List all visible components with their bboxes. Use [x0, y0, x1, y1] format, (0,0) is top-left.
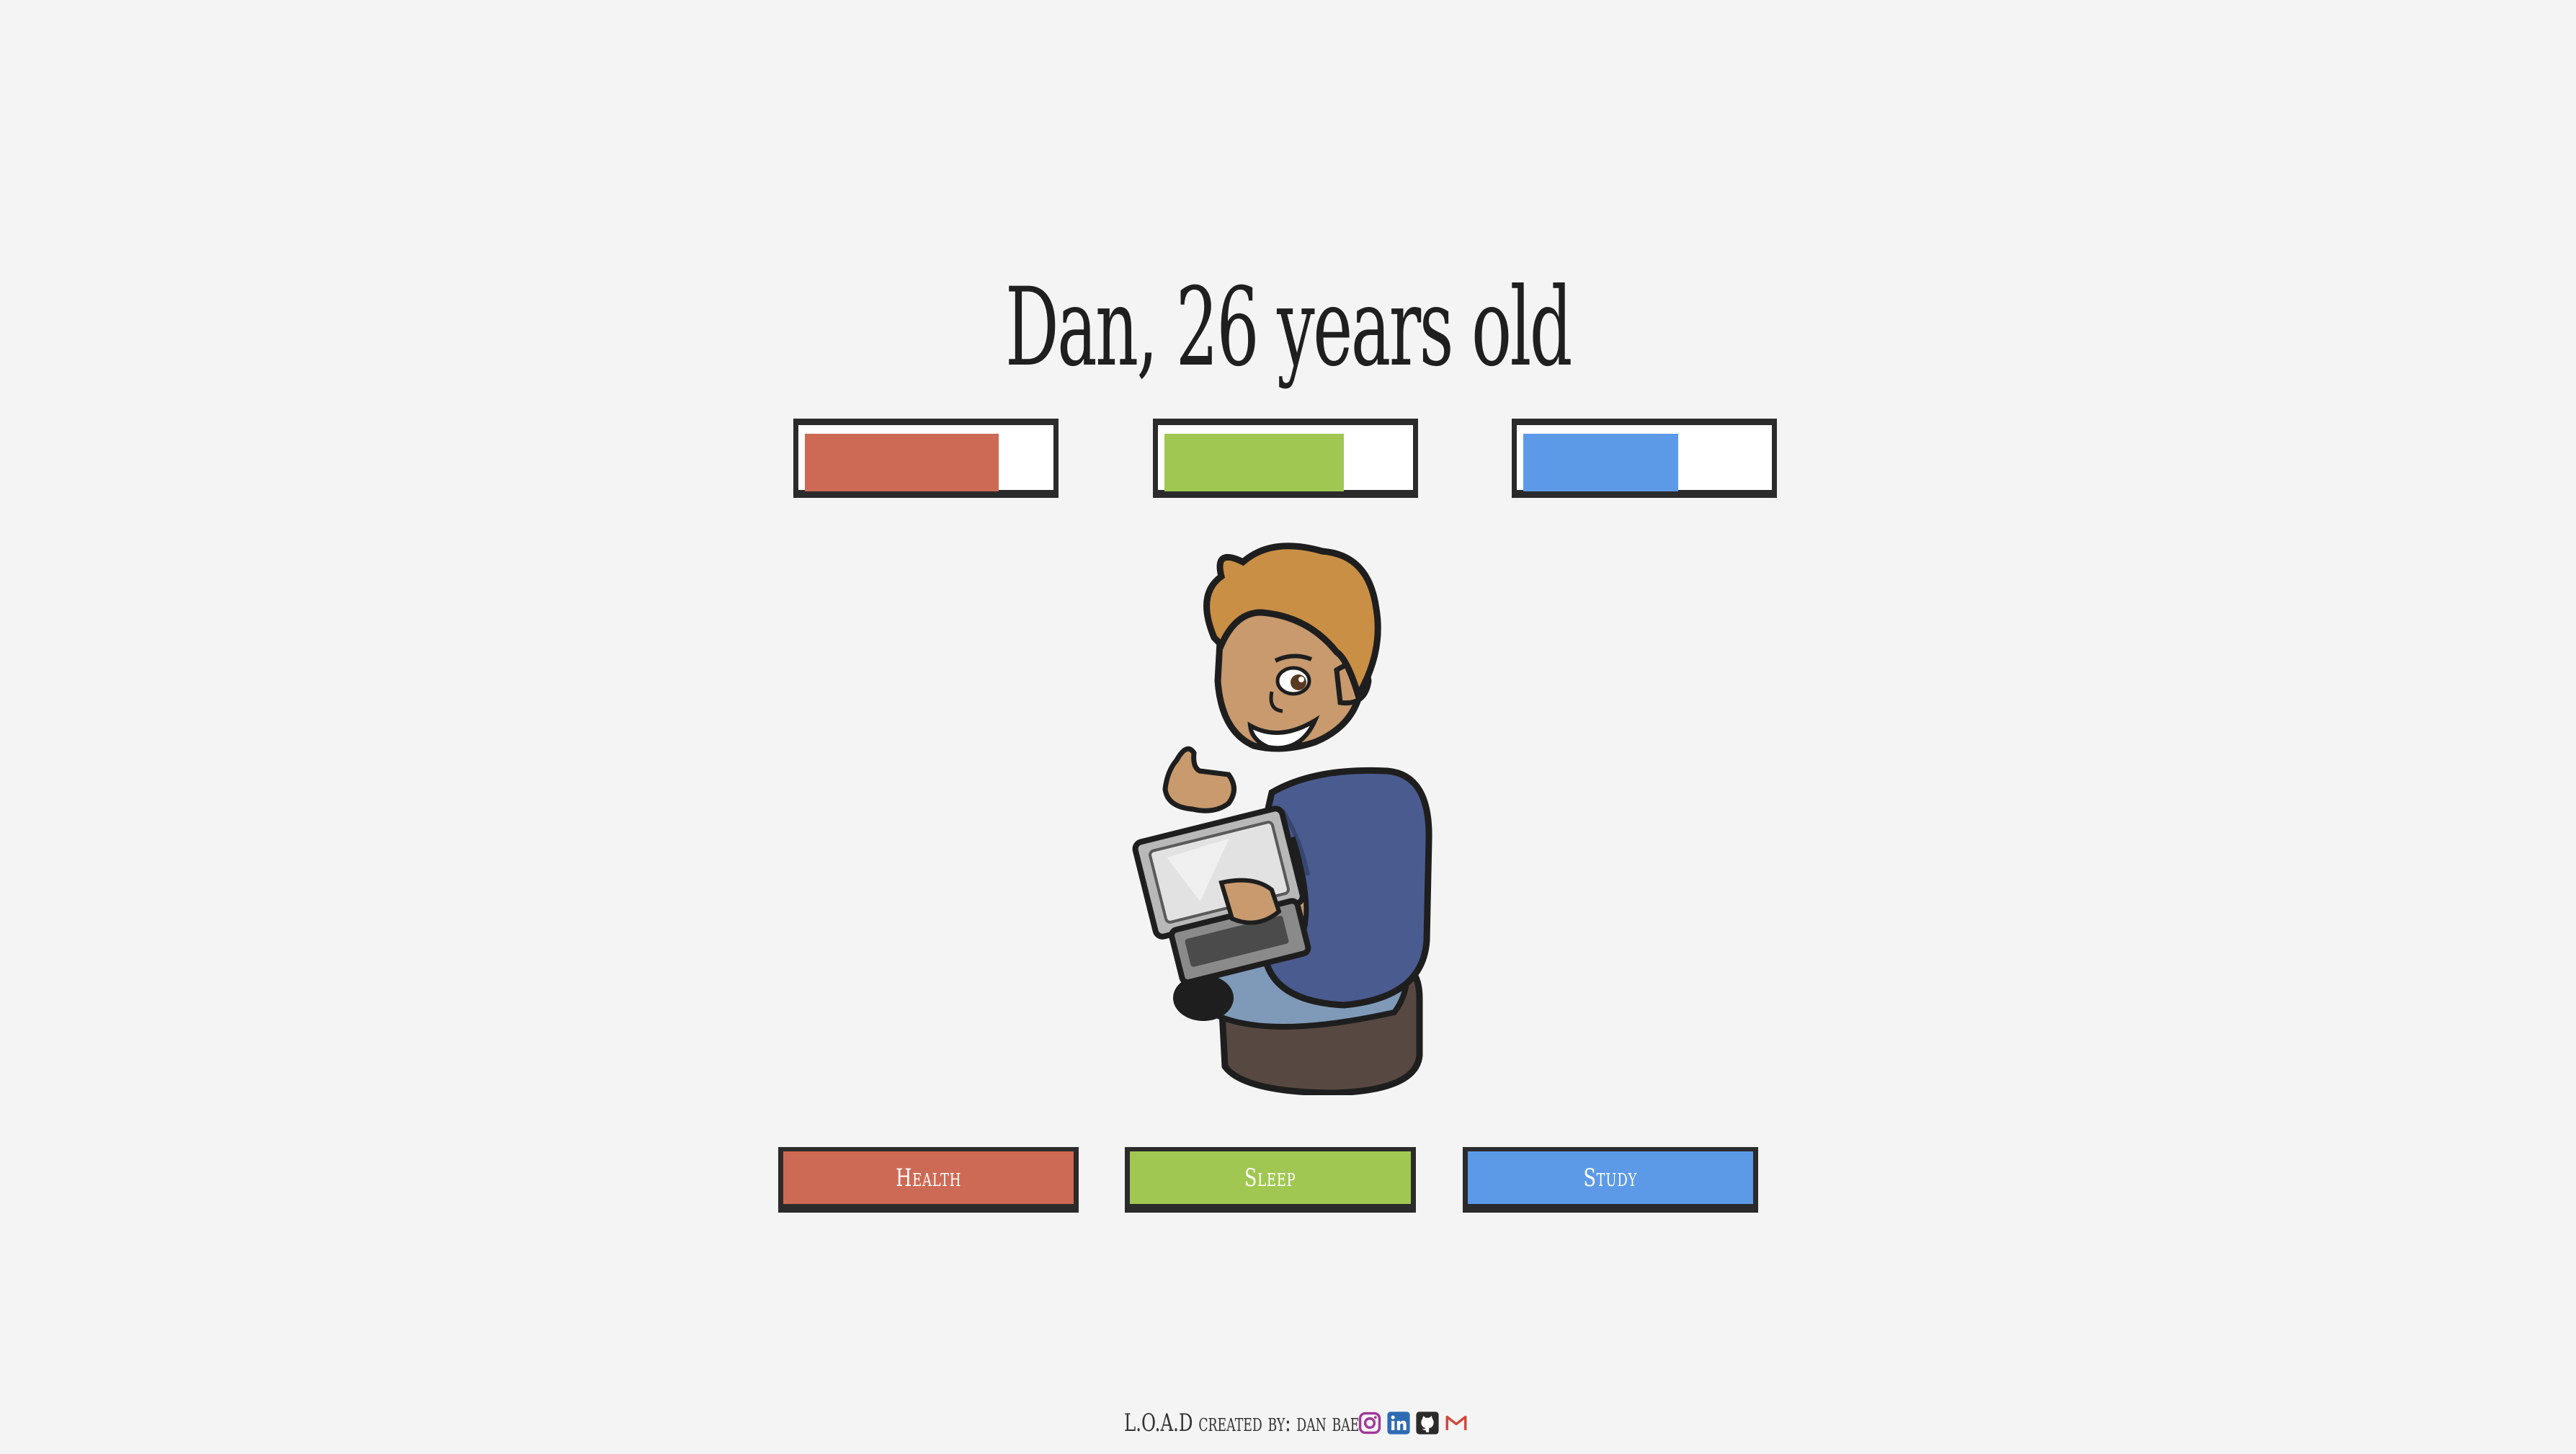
footer-credit: L.O.A.D created by: dan bae	[1124, 1409, 1360, 1437]
character-avatar	[1132, 543, 1432, 1095]
health-meter	[793, 420, 1059, 495]
github-icon[interactable]	[1415, 1411, 1440, 1435]
study-button-label: Study	[1583, 1163, 1638, 1192]
page-title: Dan, 26 years old	[1005, 265, 1572, 391]
gmail-icon[interactable]	[1444, 1411, 1469, 1435]
health-meter-fill	[805, 434, 999, 491]
sleep-meter	[1153, 420, 1418, 495]
social-links	[1358, 1411, 1469, 1435]
instagram-icon[interactable]	[1358, 1411, 1382, 1435]
study-meter	[1512, 420, 1777, 495]
linkedin-icon[interactable]	[1386, 1411, 1411, 1435]
health-button[interactable]: Health	[778, 1147, 1079, 1213]
health-button-label: Health	[895, 1163, 962, 1192]
footer: L.O.A.D created by: dan bae	[1124, 1405, 1469, 1441]
sleep-meter-fill	[1164, 434, 1344, 491]
sleep-button[interactable]: Sleep	[1125, 1147, 1416, 1213]
study-button[interactable]: Study	[1463, 1147, 1758, 1213]
study-meter-fill	[1523, 434, 1678, 491]
sleep-button-label: Sleep	[1244, 1163, 1296, 1192]
